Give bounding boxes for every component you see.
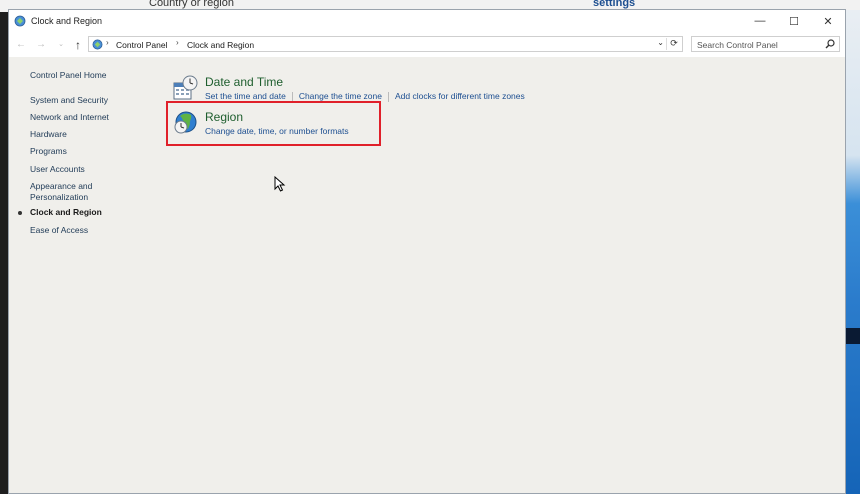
sidebar-item-user-accounts[interactable]: User Accounts — [30, 164, 85, 175]
sidebar-item-control-panel-home[interactable]: Control Panel Home — [30, 70, 107, 81]
sidebar-item-hardware[interactable]: Hardware — [30, 129, 67, 140]
current-item-bullet-icon — [18, 211, 22, 215]
highlight-annotation-box — [166, 101, 381, 146]
sidebar-item-ease-of-access[interactable]: Ease of Access — [30, 225, 88, 236]
navigation-bar: ← → ⌄ ↑ › Control Panel › Clock and Regi… — [9, 32, 845, 57]
search-input[interactable]: Search Control Panel — [691, 36, 840, 52]
up-arrow-icon[interactable]: ↑ — [72, 39, 84, 51]
link-add-clocks[interactable]: Add clocks for different time zones — [395, 91, 525, 101]
search-placeholder: Search Control Panel — [697, 40, 778, 50]
mouse-cursor-icon — [274, 176, 286, 192]
search-icon[interactable] — [825, 39, 835, 49]
sidebar-item-system-and-security[interactable]: System and Security — [30, 95, 108, 106]
background-text-settings: settings — [593, 0, 636, 9]
maximize-button[interactable]: ☐ — [777, 10, 811, 32]
refresh-icon[interactable]: ⟳ — [666, 38, 681, 50]
close-button[interactable]: ✕ — [811, 10, 845, 32]
sidebar-item-appearance-and-personalization-line2[interactable]: Personalization — [30, 192, 88, 203]
control-panel-icon — [14, 15, 26, 27]
sidebar-item-clock-and-region: Clock and Region — [30, 207, 102, 217]
breadcrumb-separator-icon[interactable]: › — [106, 38, 109, 47]
minimize-button[interactable]: — — [743, 10, 777, 32]
recent-locations-chevron-icon[interactable]: ⌄ — [55, 39, 67, 51]
sidebar-item-network-and-internet[interactable]: Network and Internet — [30, 112, 109, 123]
breadcrumb-separator-icon[interactable]: › — [176, 38, 179, 47]
link-set-time-and-date[interactable]: Set the time and date — [205, 91, 286, 101]
background-text-country: Country or region — [149, 0, 234, 9]
title-bar[interactable]: Clock and Region — ☐ ✕ — [9, 10, 845, 32]
sidebar-item-programs[interactable]: Programs — [30, 146, 67, 157]
forward-arrow-icon[interactable]: → — [35, 39, 47, 51]
clock-calendar-icon[interactable] — [172, 75, 198, 101]
link-change-time-zone[interactable]: Change the time zone — [299, 91, 382, 101]
control-panel-window: Clock and Region — ☐ ✕ ← → ⌄ ↑ › Control… — [8, 9, 846, 494]
sidebar-item-appearance-and-personalization[interactable]: Appearance and — [30, 181, 92, 192]
control-panel-icon — [92, 39, 103, 50]
link-divider — [387, 91, 389, 102]
breadcrumb-clock-and-region[interactable]: Clock and Region — [187, 40, 254, 50]
category-title-date-and-time[interactable]: Date and Time — [205, 75, 283, 89]
address-dropdown-chevron-icon[interactable]: ⌄ — [657, 38, 664, 47]
address-bar[interactable]: › Control Panel › Clock and Region ⌄ ⟳ — [88, 36, 683, 52]
back-arrow-icon[interactable]: ← — [15, 39, 27, 51]
window-title: Clock and Region — [31, 16, 103, 26]
taskbar-fragment — [846, 328, 860, 344]
breadcrumb-control-panel[interactable]: Control Panel — [116, 40, 168, 50]
desktop-wallpaper — [846, 10, 860, 494]
